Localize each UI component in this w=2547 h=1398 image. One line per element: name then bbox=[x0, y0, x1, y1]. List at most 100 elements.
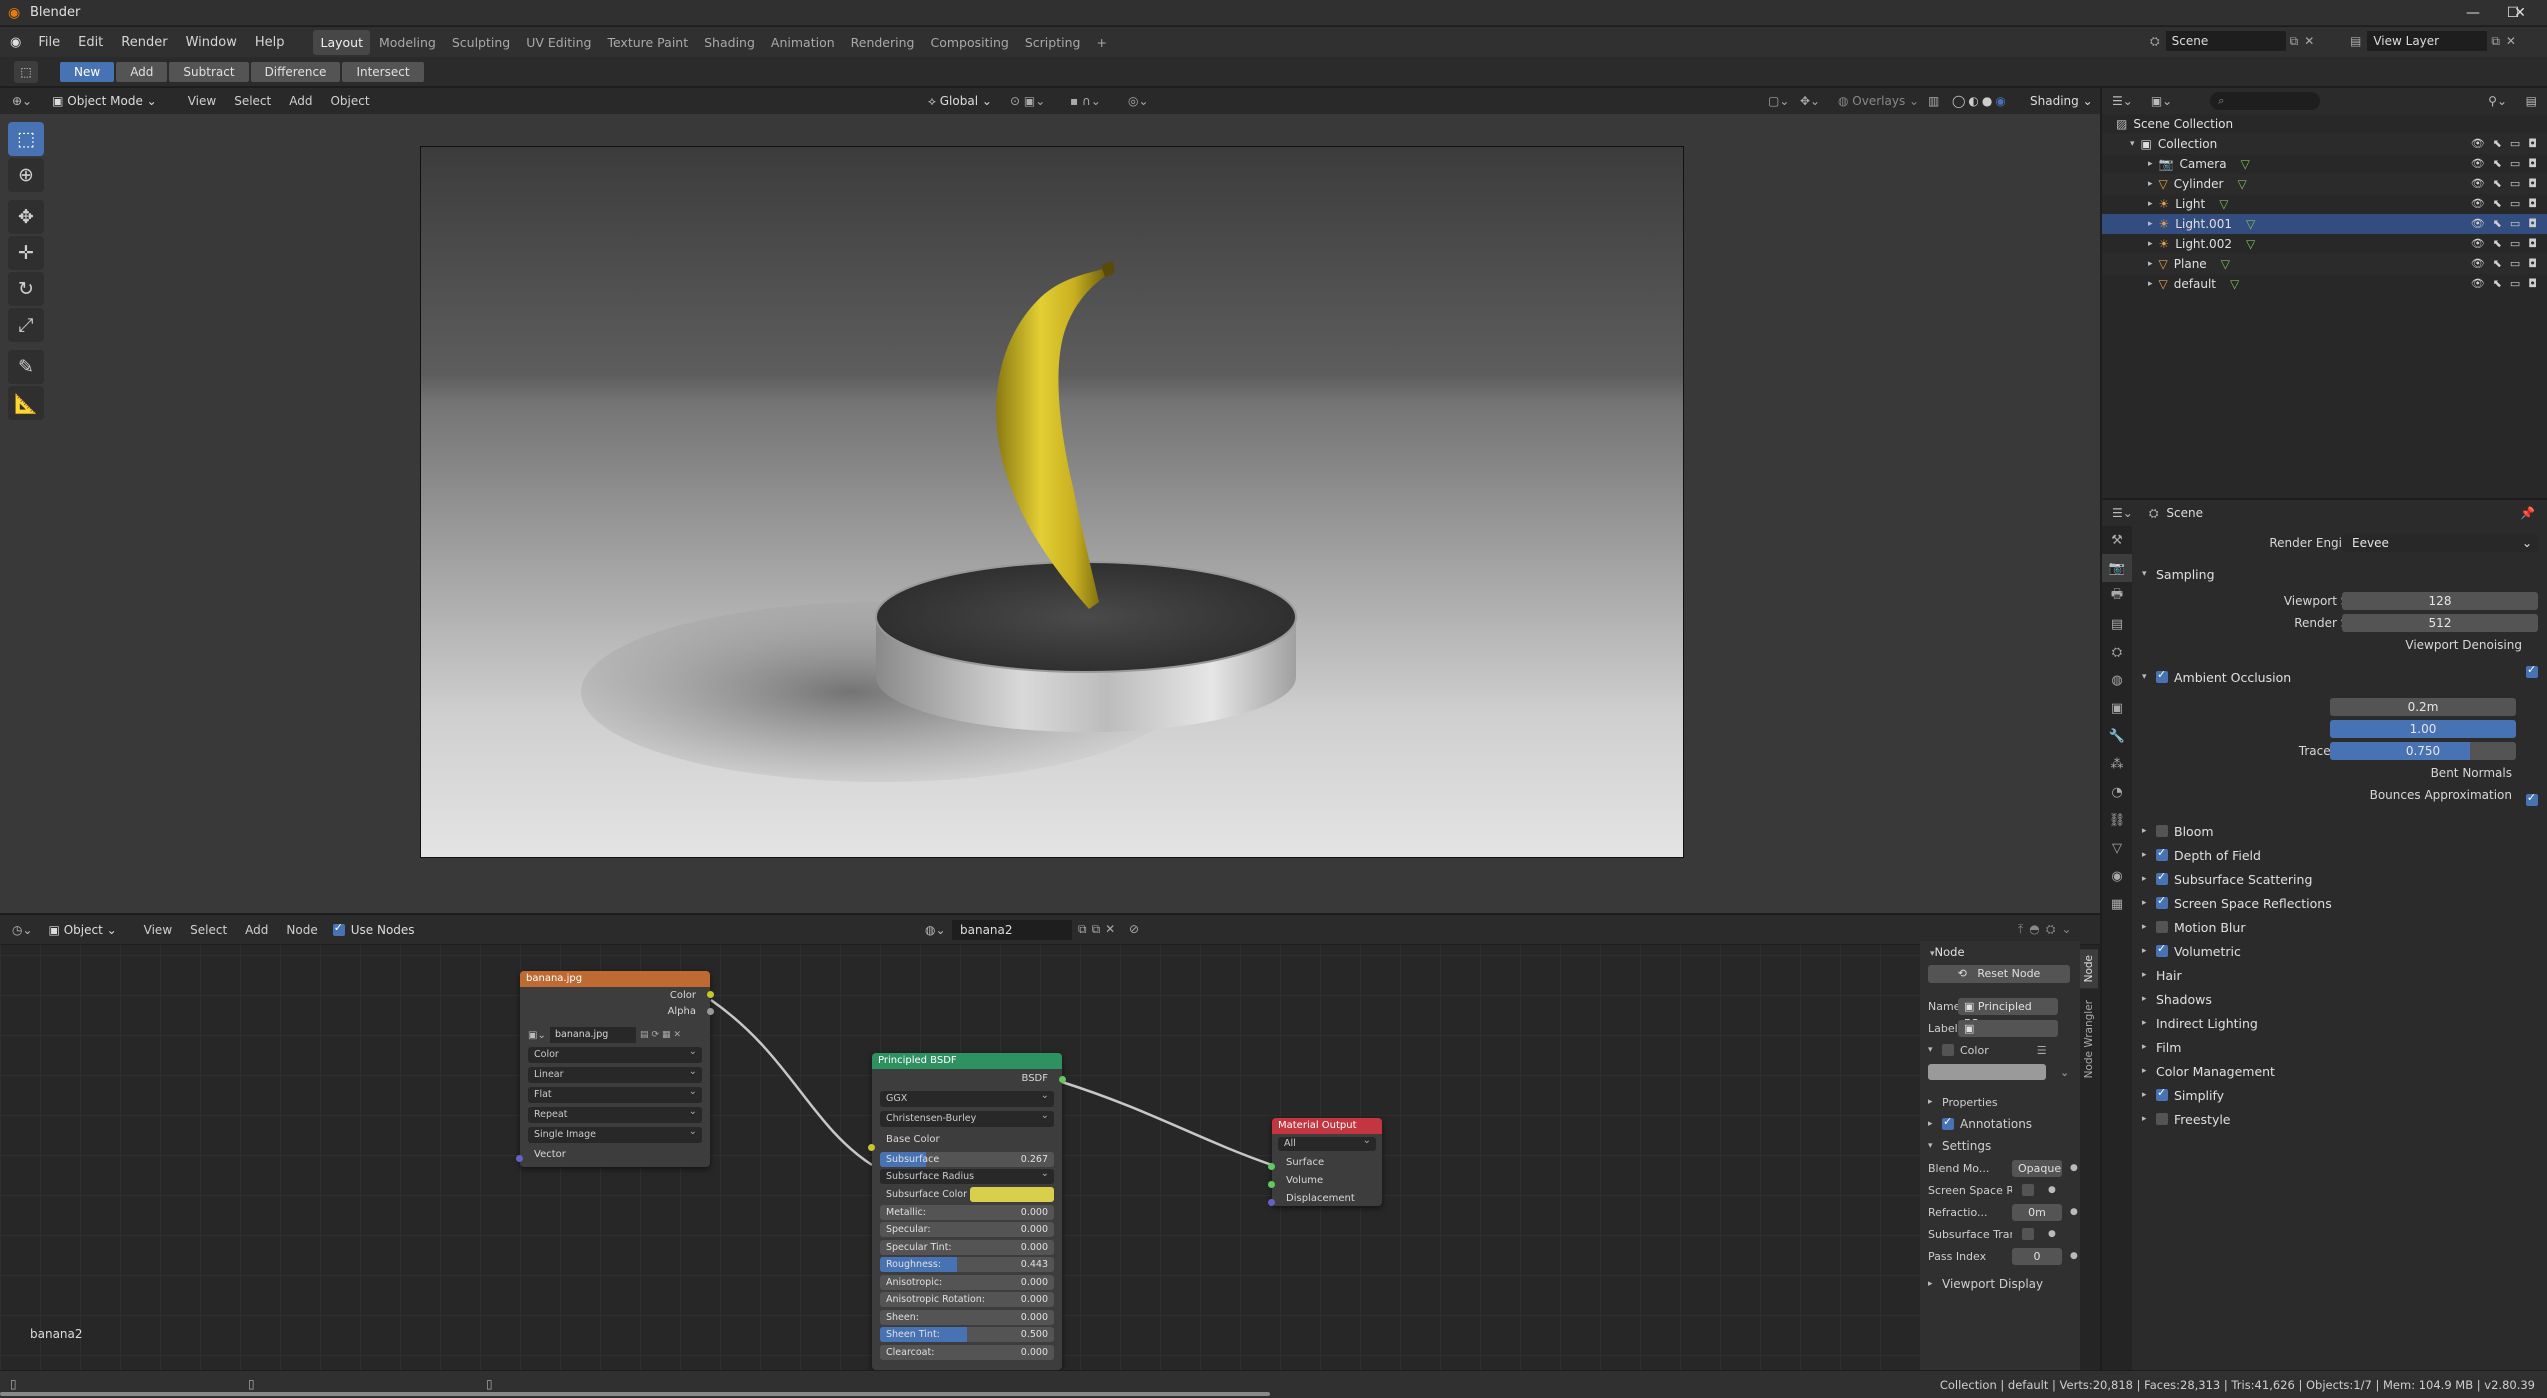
section-arrow-icon[interactable]: ▸ bbox=[2142, 970, 2156, 980]
tab-shading[interactable]: Shading bbox=[697, 30, 762, 55]
filter-icon[interactable]: ⚲⌄ bbox=[2488, 94, 2507, 108]
output-tab-icon[interactable]: 🖶 bbox=[2102, 582, 2132, 610]
viewport-icon[interactable]: ▭ bbox=[2510, 134, 2520, 154]
annotations-section[interactable]: ▸Annotations bbox=[1920, 1113, 2080, 1135]
delete-scene-icon[interactable]: ✕ bbox=[2304, 34, 2314, 48]
selectable-icon[interactable]: ⬉ bbox=[2493, 174, 2502, 194]
viewport-icon[interactable]: ▭ bbox=[2510, 194, 2520, 214]
xray-icon[interactable]: ▥ bbox=[1928, 94, 1939, 108]
move-axis-tool-icon[interactable]: ✛ bbox=[8, 236, 44, 270]
color-section-label[interactable]: Color bbox=[1960, 1044, 1989, 1057]
select-box-tool-icon[interactable]: ⬚ bbox=[14, 60, 38, 83]
pin-icon[interactable]: 📌 bbox=[2520, 506, 2535, 520]
select-tool-icon[interactable]: ⬚ bbox=[8, 122, 44, 156]
principled-bsdf-node[interactable]: Principled BSDF BSDF GGX Christensen-Bur… bbox=[868, 1053, 1066, 1370]
shading-modes[interactable]: ◯◐●◉ bbox=[1952, 94, 2009, 108]
shading-dropdown[interactable]: Shading ⌄ bbox=[2030, 94, 2093, 108]
transform-orientation-dropdown[interactable]: ⟡ Global ⌄ bbox=[928, 94, 992, 109]
settings-value[interactable]: 0 bbox=[2012, 1247, 2062, 1265]
keyframe-dot-icon[interactable]: ● bbox=[2070, 1251, 2078, 1261]
color-dropdown-icon[interactable]: ⌄ bbox=[2060, 1066, 2069, 1079]
menu-edit[interactable]: Edit bbox=[69, 35, 112, 50]
render-section[interactable]: ▸ Shadows bbox=[2142, 988, 2212, 1010]
collection-row[interactable]: ▾ ▣ Collection 👁 ⬉ ▭ ◘ bbox=[2102, 134, 2547, 154]
viewport-menu-add[interactable]: Add bbox=[280, 94, 321, 108]
object-name[interactable]: Plane bbox=[2174, 254, 2207, 274]
expand-arrow-icon[interactable]: ▸ bbox=[2148, 194, 2153, 214]
menu-file[interactable]: File bbox=[29, 35, 69, 50]
object-name[interactable]: Light bbox=[2175, 194, 2205, 214]
section-arrow-icon[interactable]: ▸ bbox=[2142, 922, 2156, 932]
section-arrow-icon[interactable]: ▸ bbox=[2142, 826, 2156, 836]
extension-dropdown[interactable]: Repeat bbox=[528, 1104, 702, 1123]
expand-arrow-icon[interactable]: ▸ bbox=[2148, 254, 2153, 274]
expand-arrow-icon[interactable]: ▸ bbox=[2148, 234, 2153, 254]
node-color-swatch[interactable] bbox=[1928, 1064, 2046, 1080]
render-section[interactable]: ▸ Film bbox=[2142, 1036, 2181, 1058]
view-object-types-icon[interactable]: ▢⌄ bbox=[1768, 94, 1789, 108]
bsdf-field[interactable]: Roughness: 0.443 bbox=[880, 1257, 1054, 1272]
cursor-tool-icon[interactable]: ⊕ bbox=[8, 158, 44, 192]
section-checkbox[interactable] bbox=[2156, 921, 2168, 933]
mode-add-button[interactable]: Add bbox=[116, 61, 168, 82]
projection-dropdown[interactable]: Flat bbox=[528, 1084, 702, 1103]
render-section[interactable]: ▸ Subsurface Scattering bbox=[2142, 868, 2312, 890]
scene-collection-row[interactable]: ▨ Scene Collection bbox=[2102, 114, 2547, 134]
tab-texture-paint[interactable]: Texture Paint bbox=[600, 30, 695, 55]
visibility-icon[interactable]: 👁 bbox=[2471, 214, 2485, 234]
tool-tab-icon[interactable]: ⚒ bbox=[2102, 526, 2132, 554]
tab-layout[interactable]: Layout bbox=[313, 29, 370, 55]
image-selector[interactable]: ▣⌄ banana.jpg ▤⟳▦✕ bbox=[528, 1027, 702, 1043]
keyframe-dot-icon[interactable]: ● bbox=[2070, 1163, 2078, 1173]
close-icon[interactable]: ✕ bbox=[2500, 2, 2540, 24]
selectable-icon[interactable]: ⬉ bbox=[2493, 194, 2502, 214]
node-name-field[interactable]: ▣ Principled BS... bbox=[1958, 997, 2058, 1030]
bsdf-node-title[interactable]: Principled BSDF bbox=[872, 1053, 1062, 1069]
section-arrow-icon[interactable]: ▸ bbox=[2142, 1018, 2156, 1028]
bsdf-field[interactable]: Specular Tint: 0.000 bbox=[880, 1239, 1054, 1255]
render-section[interactable]: ▸ Indirect Lighting bbox=[2142, 1012, 2258, 1034]
color-space-dropdown[interactable]: Color bbox=[528, 1044, 702, 1063]
tab-sculpting[interactable]: Sculpting bbox=[445, 30, 517, 55]
subsurface-field[interactable]: Subsurface 0.267 bbox=[880, 1151, 1054, 1167]
display-mode-icon[interactable]: ▣⌄ bbox=[2151, 94, 2172, 108]
selectable-icon[interactable]: ⬉ bbox=[2493, 254, 2502, 274]
tab-uv-editing[interactable]: UV Editing bbox=[519, 30, 598, 55]
outliner-editor-type-icon[interactable]: ☰⌄ bbox=[2112, 94, 2133, 108]
expand-arrow-icon[interactable]: ▸ bbox=[2148, 154, 2153, 174]
settings-value[interactable]: Opaque bbox=[2012, 1159, 2062, 1177]
render-section[interactable]: ▸ Simplify bbox=[2142, 1084, 2224, 1106]
render-section[interactable]: ▸ Freestyle bbox=[2142, 1108, 2231, 1130]
render-icon[interactable]: ◘ bbox=[2528, 234, 2537, 254]
outliner-object-row[interactable]: ▸ ▽ Plane ▽ 👁 ⬉ ▭ ◘ bbox=[2102, 254, 2547, 274]
gizmo-icon[interactable]: ✥⌄ bbox=[1800, 94, 1820, 108]
section-arrow-icon[interactable]: ▸ bbox=[2142, 1114, 2156, 1124]
proportional-edit-icon[interactable]: ◎⌄ bbox=[1128, 94, 1149, 108]
section-checkbox[interactable] bbox=[2156, 870, 2168, 885]
selectable-icon[interactable]: ⬉ bbox=[2493, 234, 2502, 254]
image-node-title[interactable]: banana.jpg bbox=[520, 971, 710, 987]
render-icon[interactable]: ◘ bbox=[2528, 214, 2537, 234]
bent-normals-checkbox[interactable] bbox=[2525, 791, 2538, 806]
tab-node[interactable]: Node bbox=[2080, 949, 2098, 989]
viewport-menu-view[interactable]: View bbox=[179, 94, 225, 108]
horizontal-scrollbar[interactable] bbox=[0, 1392, 1270, 1396]
visibility-icon[interactable]: 👁 bbox=[2471, 154, 2485, 174]
render-section[interactable]: ▸ Color Management bbox=[2142, 1060, 2275, 1082]
section-checkbox[interactable] bbox=[2156, 1086, 2168, 1101]
menu-window[interactable]: Window bbox=[177, 35, 246, 50]
new-view-layer-icon[interactable]: ⧉ bbox=[2491, 34, 2500, 49]
render-section[interactable]: ▸ Volumetric bbox=[2142, 940, 2241, 962]
tab-node-wrangler[interactable]: Node Wrangler bbox=[2080, 994, 2098, 1084]
tab-modeling[interactable]: Modeling bbox=[372, 30, 443, 55]
base-color-socket[interactable] bbox=[868, 1144, 875, 1151]
render-icon[interactable]: ◘ bbox=[2528, 154, 2537, 174]
shader-node-editor[interactable]: ◷⌄ ▣ Object ⌄ View Select Add Node Use N… bbox=[0, 915, 2100, 1370]
source-dropdown[interactable]: Single Image bbox=[528, 1124, 702, 1143]
pivot-icon[interactable]: ⊙ ▣⌄ bbox=[1010, 94, 1045, 108]
tab-compositing[interactable]: Compositing bbox=[923, 30, 1015, 55]
properties-editor-type-icon[interactable]: ☰⌄ bbox=[2112, 506, 2133, 520]
visibility-icon[interactable]: 👁 bbox=[2471, 234, 2485, 254]
annotate-tool-icon[interactable]: ✎ bbox=[8, 350, 44, 384]
bsdf-field[interactable]: Specular: 0.000 bbox=[880, 1222, 1054, 1237]
